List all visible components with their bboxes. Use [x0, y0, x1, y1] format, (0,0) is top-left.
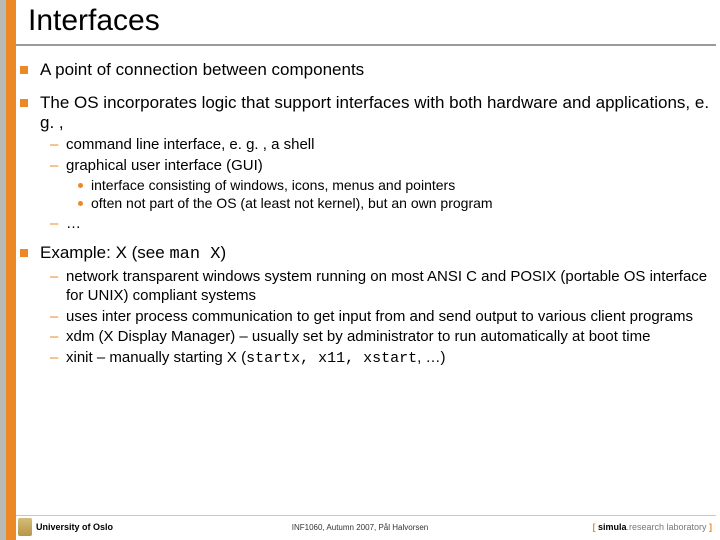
- slide-title: Interfaces: [28, 4, 160, 38]
- text-fragment: Example: X (see: [40, 243, 169, 262]
- bullet-text: often not part of the OS (at least not k…: [91, 195, 493, 213]
- code-text: startx, x11, xstart: [246, 350, 417, 367]
- footer-right-text: [ simula.research laboratory ]: [592, 522, 712, 532]
- slide-footer: University of Oslo INF1060, Autumn 2007,…: [0, 512, 720, 540]
- text-fragment: , …): [417, 349, 445, 366]
- bullet-text: network transparent windows system runni…: [66, 268, 714, 306]
- bullet-text: The OS incorporates logic that support i…: [40, 93, 714, 134]
- dot-bullet-icon: [78, 183, 83, 188]
- bullet-level2: – command line interface, e. g. , a shel…: [16, 136, 714, 155]
- bullet-level1: Example: X (see man X): [16, 243, 714, 266]
- dash-bullet-icon: –: [50, 268, 62, 306]
- slide-content: A point of connection between components…: [16, 52, 714, 369]
- bullet-level2: – xinit – manually starting X (startx, x…: [16, 349, 714, 369]
- dash-bullet-icon: –: [50, 308, 62, 327]
- bullet-level3: often not part of the OS (at least not k…: [16, 195, 714, 213]
- dash-bullet-icon: –: [50, 136, 62, 155]
- text-fragment: xinit – manually starting X (: [66, 349, 246, 366]
- logo-word: simula: [598, 522, 627, 532]
- dash-bullet-icon: –: [50, 328, 62, 347]
- bullet-level2: – xdm (X Display Manager) – usually set …: [16, 328, 714, 347]
- bullet-level1: A point of connection between components: [16, 60, 714, 81]
- square-bullet-icon: [20, 249, 28, 257]
- bullet-level2: – graphical user interface (GUI): [16, 157, 714, 176]
- bullet-level2: – …: [16, 215, 714, 234]
- bullet-level2: – network transparent windows system run…: [16, 268, 714, 306]
- dash-bullet-icon: –: [50, 157, 62, 176]
- bullet-text: xdm (X Display Manager) – usually set by…: [66, 328, 650, 347]
- left-stripe-orange: [6, 0, 16, 540]
- text-fragment: ): [220, 243, 226, 262]
- bracket-close: ]: [707, 522, 713, 532]
- bullet-text: graphical user interface (GUI): [66, 157, 263, 176]
- bullet-level1: The OS incorporates logic that support i…: [16, 93, 714, 134]
- dash-bullet-icon: –: [50, 349, 62, 369]
- dash-bullet-icon: –: [50, 215, 62, 234]
- code-text: man X: [169, 245, 220, 264]
- footer-divider: [16, 515, 716, 516]
- bullet-level2: – uses inter process communication to ge…: [16, 308, 714, 327]
- bullet-text: uses inter process communication to get …: [66, 308, 693, 327]
- dot-bullet-icon: [78, 201, 83, 206]
- square-bullet-icon: [20, 66, 28, 74]
- logo-word: .research laboratory: [626, 522, 706, 532]
- square-bullet-icon: [20, 99, 28, 107]
- bullet-text: interface consisting of windows, icons, …: [91, 177, 455, 195]
- bullet-text: xinit – manually starting X (startx, x11…: [66, 349, 445, 369]
- bullet-text: …: [66, 215, 81, 234]
- bullet-level3: interface consisting of windows, icons, …: [16, 177, 714, 195]
- bullet-text: command line interface, e. g. , a shell: [66, 136, 314, 155]
- bullet-text: A point of connection between components: [40, 60, 364, 81]
- bullet-text: Example: X (see man X): [40, 243, 226, 266]
- title-underline: [16, 44, 716, 46]
